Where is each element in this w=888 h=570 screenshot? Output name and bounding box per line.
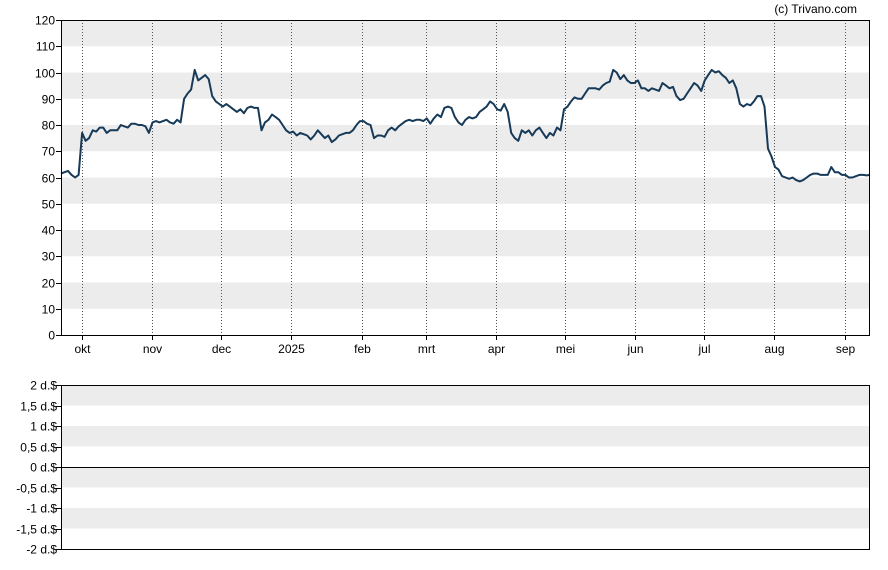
x-tick-label: mrt <box>418 342 436 356</box>
y-tick-label: -0,5 d.$ <box>16 482 57 496</box>
x-tick-label: mei <box>556 342 575 356</box>
y-tick-label: 30 <box>42 250 56 264</box>
y-tick-label: 10 <box>42 303 56 317</box>
y-tick-label: 110 <box>36 40 55 54</box>
price-grid-band <box>61 282 870 309</box>
price-grid-band <box>61 125 870 152</box>
copyright-label: (c) Trivano.com <box>774 2 857 16</box>
y-tick-label: 60 <box>42 172 56 186</box>
y-tick-label: 100 <box>35 67 55 81</box>
x-tick-label: apr <box>488 342 505 356</box>
y-tick-label: 1,5 d.$ <box>20 400 57 414</box>
price-chart-y-ticks: 0 10 20 30 40 50 60 70 80 90 100 110 120 <box>35 14 61 343</box>
x-tick-label: jul <box>697 342 710 356</box>
price-chart-x-ticks: okt nov dec 2025 feb mrt apr mei jun jul aug sep <box>74 335 855 356</box>
x-tick-label: sep <box>836 342 856 356</box>
chart-root: 0 10 20 30 40 50 60 70 80 90 100 110 120 okt nov dec 20… <box>0 0 888 565</box>
price-grid-band <box>61 72 870 99</box>
dividend-grid-band <box>61 385 870 406</box>
price-chart-bands <box>61 20 870 309</box>
x-tick-label: feb <box>354 342 371 356</box>
x-tick-label: aug <box>764 342 784 356</box>
dividend-grid-band <box>61 467 870 488</box>
x-tick-label: jun <box>626 342 643 356</box>
dividend-grid-band <box>61 508 870 529</box>
y-tick-label: 2 d.$ <box>30 379 57 393</box>
dividend-chart-bands <box>61 385 870 529</box>
y-tick-label: 0 d.$ <box>30 461 57 475</box>
y-tick-label: 20 <box>42 277 56 291</box>
y-tick-label: -1,5 d.$ <box>16 523 57 537</box>
chart-canvas: 0 10 20 30 40 50 60 70 80 90 100 110 120 okt nov dec 20… <box>16 2 871 557</box>
x-tick-label: nov <box>143 342 162 356</box>
dividend-grid-band <box>61 426 870 447</box>
dividend-chart-y-ticks: -2 d.$ -1,5 d.$ -1 d.$ -0,5 d.$ 0 d.$ 0,5 d.$… <box>16 379 61 557</box>
x-tick-label: okt <box>74 342 91 356</box>
y-tick-label: 90 <box>42 93 56 107</box>
x-tick-label: dec <box>212 342 231 356</box>
price-grid-band <box>61 177 870 204</box>
y-tick-label: -2 d.$ <box>26 543 57 557</box>
y-tick-label: 50 <box>42 198 56 212</box>
y-tick-label: 120 <box>35 14 55 28</box>
y-tick-label: 80 <box>42 119 56 133</box>
y-tick-label: 1 d.$ <box>30 420 57 434</box>
y-tick-label: 70 <box>42 145 56 159</box>
y-tick-label: 0,5 d.$ <box>20 441 57 455</box>
x-tick-label: 2025 <box>278 342 305 356</box>
y-tick-label: 0 <box>48 329 55 343</box>
price-grid-band <box>61 20 870 47</box>
price-grid-band <box>61 230 870 257</box>
y-tick-label: 40 <box>42 224 56 238</box>
y-tick-label: -1 d.$ <box>26 502 57 516</box>
